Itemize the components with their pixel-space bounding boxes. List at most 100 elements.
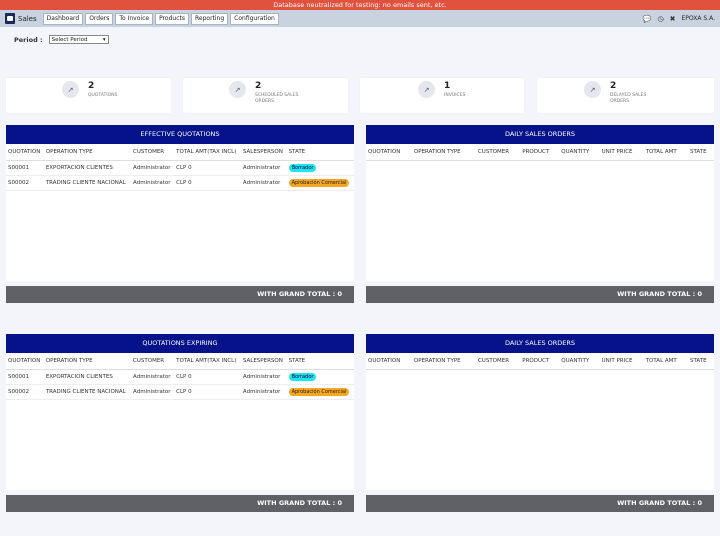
col-total-amt[interactable]: TOTAL AMT [643, 353, 688, 370]
period-label: Period : [14, 35, 43, 44]
chart-line-icon: ↗ [418, 81, 435, 98]
stat-label: INVOICES [444, 93, 466, 98]
period-select[interactable]: Select Period ▾ [48, 35, 109, 44]
quotations-expiring-panel: QUOTATIONS EXPIRING QUOTATION OPERATION … [6, 334, 354, 512]
table-row[interactable]: S00002 TRADING CLIENTE NACIONAL Administ… [6, 384, 354, 400]
col-total-amt[interactable]: TOTAL AMT(TAX INCL) [174, 144, 241, 161]
nav-to-invoice[interactable]: To Invoice [115, 12, 154, 25]
table-header-row: QUOTATION OPERATION TYPE CUSTOMER PRODUC… [366, 144, 714, 161]
col-customer[interactable]: CUSTOMER [475, 144, 521, 161]
cell-quotation: S00001 [6, 369, 44, 385]
col-quotation[interactable]: QUOTATION [366, 353, 412, 370]
col-state[interactable]: STATE [687, 353, 714, 370]
stat-value: 2 [88, 81, 95, 91]
col-state[interactable]: STATE [286, 144, 354, 161]
stat-value: 1 [444, 81, 451, 91]
period-select-value: Select Period [51, 36, 88, 43]
cell-state: Borrador [286, 160, 354, 176]
col-operation-type[interactable]: OPERATION TYPE [43, 144, 132, 161]
cell-customer: Administrator [131, 175, 175, 191]
orders-table: QUOTATION OPERATION TYPE CUSTOMER PRODUC… [366, 353, 714, 370]
chat-icon[interactable]: 💬 [643, 15, 652, 23]
cell-total-amt: CLP 0 [174, 384, 241, 400]
cell-operation-type: EXPORTACION CLIENTES [43, 369, 132, 385]
col-product[interactable]: PRODUCT [520, 353, 560, 370]
col-salesperson[interactable]: SALESPERSON [240, 144, 287, 161]
stat-card-invoices[interactable]: ↗ 1 INVOICES [360, 78, 524, 113]
stat-label: DELAYED SALES ORDERS [610, 93, 647, 104]
nav-products[interactable]: Products [155, 12, 189, 25]
nav-reporting[interactable]: Reporting [191, 12, 229, 25]
state-badge: Borrador [288, 372, 317, 381]
effective-quotations-panel: EFFECTIVE QUOTATIONS QUOTATION OPERATION… [6, 125, 354, 303]
cell-total-amt: CLP 0 [174, 160, 241, 176]
state-badge: Aprobación Comercial [288, 178, 350, 187]
col-customer[interactable]: CUSTOMER [131, 353, 175, 370]
col-total-amt[interactable]: TOTAL AMT(TAX INCL) [174, 353, 241, 370]
nav-dashboard[interactable]: Dashboard [42, 12, 84, 25]
quotations-table: QUOTATION OPERATION TYPE CUSTOMER TOTAL … [6, 353, 354, 400]
panel-title: QUOTATIONS EXPIRING [6, 334, 354, 353]
cell-quotation: S00002 [6, 175, 44, 191]
cell-quotation: S00002 [6, 384, 44, 400]
cell-customer: Administrator [131, 384, 175, 400]
col-quantity[interactable]: QUANTITY [559, 144, 600, 161]
cell-salesperson: Administrator [240, 160, 287, 176]
col-operation-type[interactable]: OPERATION TYPE [411, 144, 476, 161]
cell-state: Aprobación Comercial [286, 384, 354, 400]
state-badge: Aprobación Comercial [288, 387, 350, 396]
table-row[interactable]: S00001 EXPORTACION CLIENTES Administrato… [6, 369, 354, 385]
clock-icon[interactable]: ◷ [658, 15, 664, 23]
col-product[interactable]: PRODUCT [520, 144, 560, 161]
col-quantity[interactable]: QUANTITY [559, 353, 600, 370]
company-name[interactable]: EPOXA S.A. [682, 15, 716, 22]
nav-systray: 💬 ◷ ✖ EPOXA S.A. [643, 15, 715, 23]
nav-orders[interactable]: Orders [85, 12, 114, 25]
grand-total: WITH GRAND TOTAL : 0 [6, 495, 354, 512]
chart-line-icon: ↗ [229, 81, 246, 98]
table-header-row: QUOTATION OPERATION TYPE CUSTOMER TOTAL … [6, 144, 354, 161]
col-state[interactable]: STATE [286, 353, 354, 370]
panel-body: QUOTATION OPERATION TYPE CUSTOMER PRODUC… [366, 353, 714, 490]
col-operation-type[interactable]: OPERATION TYPE [411, 353, 476, 370]
panel-title: EFFECTIVE QUOTATIONS [6, 125, 354, 144]
stat-card-quotations[interactable]: ↗ 2 QUOTATIONS [6, 78, 171, 113]
cell-quotation: S00001 [6, 160, 44, 176]
col-quotation[interactable]: QUOTATION [6, 144, 44, 161]
stat-card-delayed-orders[interactable]: ↗ 2 DELAYED SALES ORDERS [537, 78, 714, 113]
col-customer[interactable]: CUSTOMER [475, 353, 521, 370]
col-salesperson[interactable]: SALESPERSON [240, 353, 287, 370]
daily-sales-orders-panel-2: DAILY SALES ORDERS QUOTATION OPERATION T… [366, 334, 714, 512]
app-name: Sales [18, 14, 37, 23]
chevron-down-icon: ▾ [102, 36, 106, 43]
col-unit-price[interactable]: UNIT PRICE [599, 144, 644, 161]
col-unit-price[interactable]: UNIT PRICE [599, 353, 644, 370]
cell-salesperson: Administrator [240, 175, 287, 191]
col-total-amt[interactable]: TOTAL AMT [643, 144, 688, 161]
grand-total: WITH GRAND TOTAL : 0 [6, 286, 354, 303]
top-navbar: Sales Dashboard Orders To Invoice Produc… [0, 10, 720, 27]
cell-salesperson: Administrator [240, 384, 287, 400]
panel-title: DAILY SALES ORDERS [366, 125, 714, 144]
cell-operation-type: TRADING CLIENTE NACIONAL [43, 175, 132, 191]
col-quotation[interactable]: QUOTATION [6, 353, 44, 370]
stat-value: 2 [610, 81, 617, 91]
col-customer[interactable]: CUSTOMER [131, 144, 175, 161]
table-row[interactable]: S00002 TRADING CLIENTE NACIONAL Administ… [6, 175, 354, 191]
table-row[interactable]: S00001 EXPORTACION CLIENTES Administrato… [6, 160, 354, 176]
app-brand[interactable]: Sales [5, 13, 37, 24]
test-database-banner: Database neutralized for testing: no ema… [0, 0, 720, 10]
col-operation-type[interactable]: OPERATION TYPE [43, 353, 132, 370]
grand-total: WITH GRAND TOTAL : 0 [366, 286, 714, 303]
nav-configuration[interactable]: Configuration [230, 12, 279, 25]
stat-card-scheduled-orders[interactable]: ↗ 2 SCHEDULED SALES ORDERS [183, 78, 348, 113]
stat-value: 2 [255, 81, 262, 91]
cell-total-amt: CLP 0 [174, 175, 241, 191]
col-state[interactable]: STATE [687, 144, 714, 161]
tools-icon[interactable]: ✖ [670, 15, 676, 23]
cell-state: Aprobación Comercial [286, 175, 354, 191]
grand-total: WITH GRAND TOTAL : 0 [366, 495, 714, 512]
quotations-table: QUOTATION OPERATION TYPE CUSTOMER TOTAL … [6, 144, 354, 191]
cell-customer: Administrator [131, 369, 175, 385]
col-quotation[interactable]: QUOTATION [366, 144, 412, 161]
